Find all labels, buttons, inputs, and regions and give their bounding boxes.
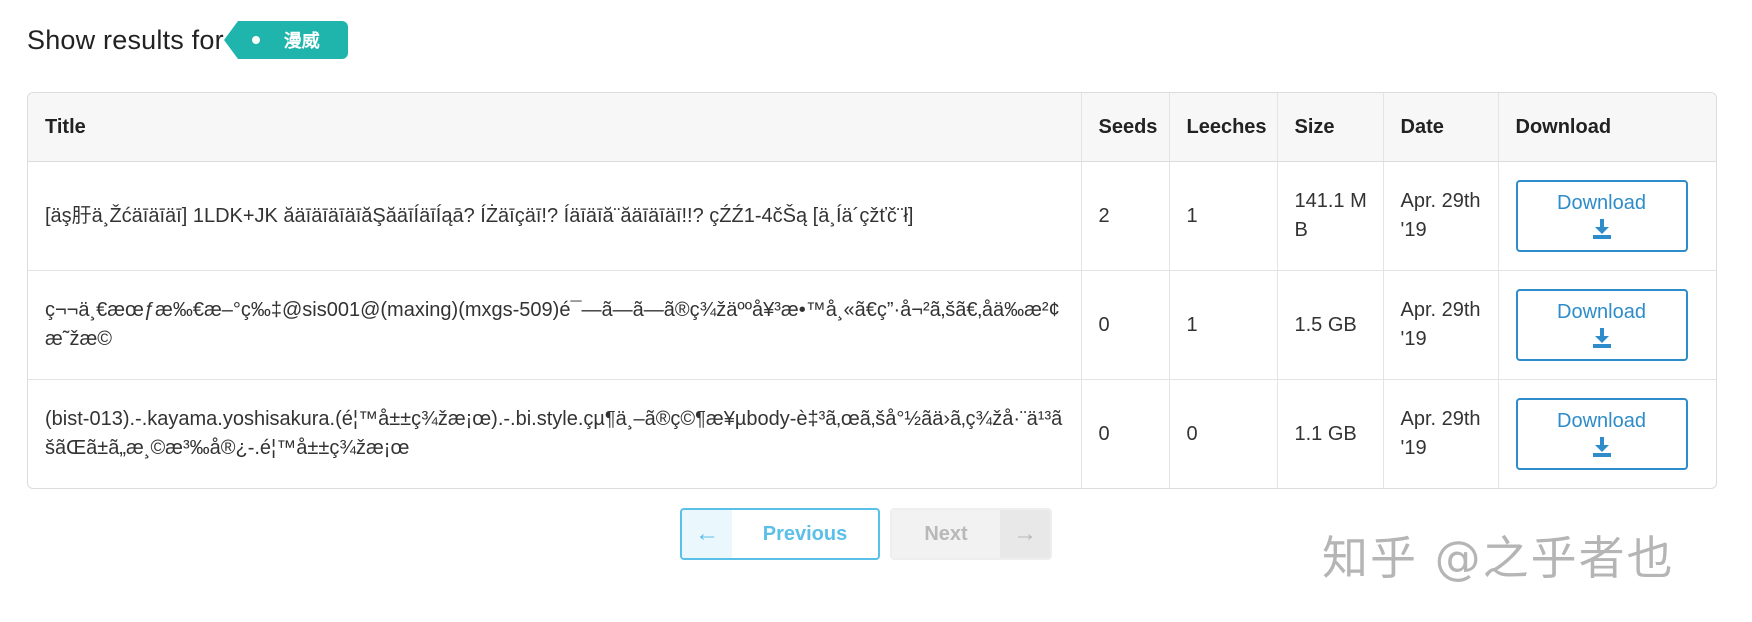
download-button-label: Download — [1557, 410, 1646, 432]
download-icon — [1592, 328, 1611, 348]
search-tag[interactable]: 漫威 — [223, 21, 348, 59]
download-button[interactable]: Download — [1515, 398, 1688, 470]
watermark: 知乎 @之乎者也 — [1322, 531, 1675, 585]
row-leeches: 0 — [1168, 379, 1277, 488]
table-row: [äş䏏ä¸Žćäīäīäī] 1LDK+JK ăäīäīäīäīăŞăäīÍä… — [28, 161, 1716, 271]
page: Show results for 漫威 Title Seeds Leeches … — [0, 0, 1752, 622]
row-size: 141.1 MB — [1276, 161, 1383, 271]
next-button[interactable]: Next → — [890, 508, 1052, 560]
column-header-size: Size — [1276, 93, 1383, 162]
results-table: Title Seeds Leeches Size Date Download [… — [27, 92, 1717, 489]
arrow-right-icon: → — [1000, 510, 1050, 558]
previous-label: Previous — [762, 522, 848, 545]
search-tag-label: 漫威 — [283, 31, 320, 51]
row-download-cell: Download — [1497, 161, 1716, 271]
row-seeds: 2 — [1080, 161, 1169, 271]
table-row: ç¬¬ä¸€æœƒæ‰€æ–°ç‰‡@sis001@(maxing)(mxgs-… — [28, 270, 1716, 380]
download-icon — [1592, 437, 1611, 457]
column-header-download: Download — [1497, 93, 1716, 162]
results-header: Show results for 漫威 — [27, 20, 348, 60]
results-label: Show results for — [27, 24, 224, 55]
table-header-row: Title Seeds Leeches Size Date Download — [28, 93, 1716, 162]
download-button[interactable]: Download — [1515, 180, 1688, 252]
previous-button[interactable]: ← Previous — [680, 508, 880, 560]
download-button-label: Download — [1557, 301, 1646, 323]
tag-dot-icon — [251, 36, 260, 44]
row-download-cell: Download — [1497, 270, 1716, 380]
row-title: [äş䏏ä¸Žćäīäīäī] 1LDK+JK ăäīäīäīäīăŞăäīÍä… — [45, 204, 914, 227]
row-download-cell: Download — [1497, 379, 1716, 488]
row-leeches: 1 — [1168, 161, 1277, 271]
column-header-seeds: Seeds — [1080, 93, 1169, 162]
row-title: ç¬¬ä¸€æœƒæ‰€æ–°ç‰‡@sis001@(maxing)(mxgs-… — [28, 270, 1081, 380]
pagination: ← Previous Next → — [680, 508, 1052, 560]
row-date: Apr. 29th '19 — [1382, 379, 1498, 488]
row-size: 1.5 GB — [1276, 270, 1383, 380]
row-leeches: 1 — [1168, 270, 1277, 380]
row-date: Apr. 29th '19 — [1382, 270, 1498, 380]
column-header-date: Date — [1382, 93, 1498, 162]
download-button[interactable]: Download — [1515, 289, 1688, 361]
table-row: (bist-013).-.kayama.yoshisakura.(é¦™å±±ç… — [28, 379, 1716, 488]
row-date: Apr. 29th '19 — [1382, 161, 1498, 271]
next-label: Next — [924, 522, 968, 545]
row-title: (bist-013).-.kayama.yoshisakura.(é¦™å±±ç… — [28, 379, 1081, 488]
row-seeds: 0 — [1080, 379, 1169, 488]
download-icon — [1592, 219, 1611, 239]
row-size: 1.1 GB — [1276, 379, 1383, 488]
column-header-leeches: Leeches — [1168, 93, 1277, 162]
row-seeds: 0 — [1080, 270, 1169, 380]
download-button-label: Download — [1557, 192, 1646, 214]
arrow-left-icon: ← — [682, 510, 732, 558]
column-header-title: Title — [28, 93, 1081, 162]
